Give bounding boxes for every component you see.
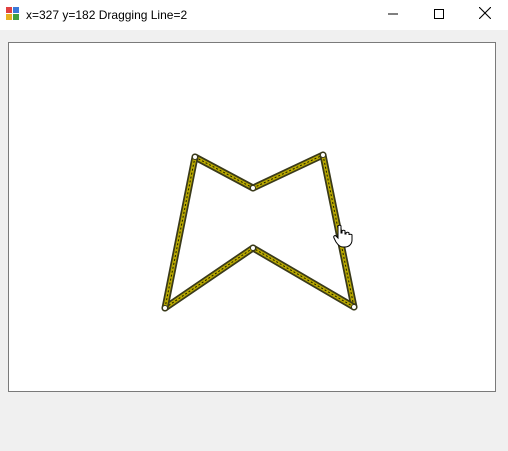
minimize-icon bbox=[388, 6, 398, 24]
drawing-canvas[interactable] bbox=[8, 42, 496, 392]
close-button[interactable] bbox=[462, 0, 508, 30]
close-icon bbox=[478, 6, 492, 24]
app-icon[interactable] bbox=[6, 7, 20, 21]
vertex-handle-4[interactable] bbox=[351, 304, 357, 310]
vertex-handle-3[interactable] bbox=[320, 152, 326, 158]
title-bar[interactable]: x=327 y=182 Dragging Line=2 bbox=[0, 0, 508, 30]
polyline-drawing[interactable] bbox=[9, 43, 495, 391]
vertex-handle-2[interactable] bbox=[250, 185, 256, 191]
window-title: x=327 y=182 Dragging Line=2 bbox=[26, 8, 188, 22]
vertex-handle-1[interactable] bbox=[192, 154, 198, 160]
vertex-handle-6[interactable] bbox=[162, 305, 168, 311]
minimize-button[interactable] bbox=[370, 0, 416, 30]
vertex-handle-5[interactable] bbox=[250, 245, 256, 251]
maximize-icon bbox=[434, 6, 444, 24]
maximize-button[interactable] bbox=[416, 0, 462, 30]
